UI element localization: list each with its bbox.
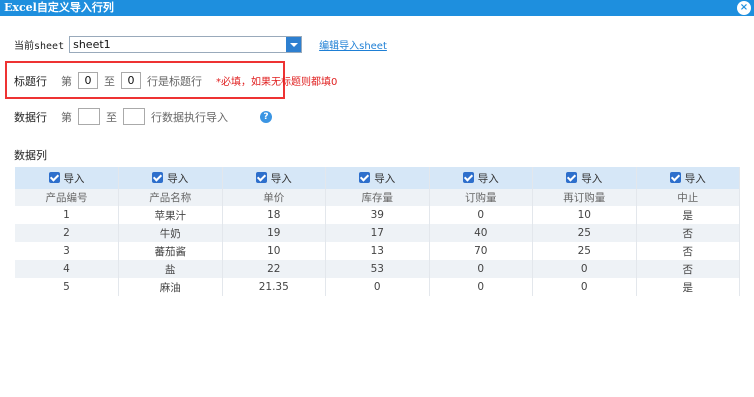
title-row: 标题行 第 0 至 0 行是标题行 *必填，如果无标题则都填0 bbox=[14, 72, 337, 89]
table-cell: 0 bbox=[429, 278, 533, 296]
table-cell: 1 bbox=[15, 206, 119, 224]
sheet-label: 当前sheet bbox=[14, 41, 65, 52]
required-note: *必填，如果无标题则都填0 bbox=[216, 77, 338, 88]
import-checkbox-cell[interactable]: 导入 bbox=[532, 167, 637, 189]
checkbox-checked-icon[interactable] bbox=[462, 171, 474, 183]
title-row-from-input[interactable]: 0 bbox=[78, 72, 98, 89]
table-cell: 25 bbox=[532, 242, 637, 260]
help-icon[interactable]: ? bbox=[260, 110, 272, 123]
table-header-row: 产品编号 产品名称 单价 库存量 订购量 再订购量 中止 bbox=[15, 189, 740, 206]
table-cell: 0 bbox=[429, 206, 533, 224]
table-cell: 麻油 bbox=[118, 278, 223, 296]
import-label: 导入 bbox=[581, 172, 603, 185]
data-row-label: 数据行 bbox=[14, 110, 47, 124]
sheet-select[interactable]: sheet1 bbox=[69, 36, 303, 53]
column-header: 产品编号 bbox=[15, 189, 119, 206]
table-cell: 3 bbox=[15, 242, 119, 260]
dialog-title: Excel自定义导入行列 bbox=[4, 1, 114, 14]
table-row: 5 麻油 21.35 0 0 0 是 bbox=[15, 278, 740, 296]
column-header: 单价 bbox=[222, 189, 326, 206]
data-row-to-input[interactable] bbox=[123, 108, 145, 125]
table-cell: 40 bbox=[429, 224, 533, 242]
table-row: 3 蕃茄酱 10 13 70 25 否 bbox=[15, 242, 740, 260]
import-checkbox-cell[interactable]: 导入 bbox=[429, 167, 533, 189]
edit-sheet-link[interactable]: 编辑导入sheet bbox=[319, 37, 387, 52]
chevron-down-icon[interactable] bbox=[286, 37, 302, 52]
data-row-suffix: 行数据执行导入 bbox=[151, 110, 228, 124]
title-row-zhi: 至 bbox=[104, 74, 115, 88]
table-cell: 蕃茄酱 bbox=[118, 242, 223, 260]
dialog-titlebar: Excel自定义导入行列 × bbox=[0, 0, 754, 16]
data-table: 导入 导入 导入 导入 导入 导入 导入 产品编号 产品名称 单价 库存量 订购量 再订购量 中止 1 苹果汁… bbox=[15, 167, 740, 296]
table-cell: 盐 bbox=[118, 260, 223, 278]
table-cell: 13 bbox=[325, 242, 430, 260]
title-row-to-input[interactable]: 0 bbox=[121, 72, 141, 89]
table-cell: 39 bbox=[325, 206, 430, 224]
import-label: 导入 bbox=[63, 172, 85, 185]
table-cell: 17 bbox=[325, 224, 430, 242]
table-cell: 是 bbox=[636, 206, 740, 224]
table-cell: 2 bbox=[15, 224, 119, 242]
checkbox-checked-icon[interactable] bbox=[255, 171, 267, 183]
table-cell: 否 bbox=[636, 260, 740, 278]
table-cell: 21.35 bbox=[222, 278, 326, 296]
import-label: 导入 bbox=[684, 172, 706, 185]
table-cell: 0 bbox=[325, 278, 430, 296]
import-label: 导入 bbox=[167, 172, 189, 185]
table-cell: 否 bbox=[636, 224, 740, 242]
table-cell: 53 bbox=[325, 260, 430, 278]
title-row-di: 第 bbox=[61, 74, 72, 88]
column-header: 库存量 bbox=[325, 189, 430, 206]
import-checkbox-cell[interactable]: 导入 bbox=[118, 167, 223, 189]
table-cell: 0 bbox=[532, 278, 637, 296]
import-checkbox-cell[interactable]: 导入 bbox=[222, 167, 326, 189]
title-row-suffix: 行是标题行 bbox=[147, 74, 202, 88]
table-cell: 5 bbox=[15, 278, 119, 296]
title-row-label: 标题行 bbox=[14, 74, 47, 88]
import-checkbox-cell[interactable]: 导入 bbox=[15, 167, 119, 189]
column-header: 订购量 bbox=[429, 189, 533, 206]
checkbox-checked-icon[interactable] bbox=[152, 171, 164, 183]
table-cell: 25 bbox=[532, 224, 637, 242]
data-row-from-input[interactable] bbox=[78, 108, 100, 125]
checkbox-checked-icon[interactable] bbox=[48, 171, 60, 183]
table-cell: 0 bbox=[532, 260, 637, 278]
checkbox-checked-icon[interactable] bbox=[669, 171, 681, 183]
import-label: 导入 bbox=[477, 172, 499, 185]
sheet-select-value: sheet1 bbox=[73, 38, 111, 51]
close-icon[interactable]: × bbox=[737, 1, 751, 15]
table-cell: 10 bbox=[532, 206, 637, 224]
table-row: 1 苹果汁 18 39 0 10 是 bbox=[15, 206, 740, 224]
import-label: 导入 bbox=[270, 172, 292, 185]
column-header: 再订购量 bbox=[532, 189, 637, 206]
data-row-di: 第 bbox=[61, 110, 72, 124]
table-cell: 19 bbox=[222, 224, 326, 242]
table-row: 4 盐 22 53 0 0 否 bbox=[15, 260, 740, 278]
import-checkbox-row: 导入 导入 导入 导入 导入 导入 导入 bbox=[15, 167, 740, 189]
table-cell: 0 bbox=[429, 260, 533, 278]
table-cell: 否 bbox=[636, 242, 740, 260]
data-row-zhi: 至 bbox=[106, 110, 117, 124]
checkbox-checked-icon[interactable] bbox=[359, 171, 371, 183]
table-cell: 是 bbox=[636, 278, 740, 296]
import-label: 导入 bbox=[374, 172, 396, 185]
table-cell: 70 bbox=[429, 242, 533, 260]
table-cell: 牛奶 bbox=[118, 224, 223, 242]
checkbox-checked-icon[interactable] bbox=[566, 171, 578, 183]
table-cell: 10 bbox=[222, 242, 326, 260]
table-row: 2 牛奶 19 17 40 25 否 bbox=[15, 224, 740, 242]
import-checkbox-cell[interactable]: 导入 bbox=[636, 167, 740, 189]
data-columns-label: 数据列 bbox=[14, 149, 47, 162]
column-header: 中止 bbox=[636, 189, 740, 206]
table-cell: 苹果汁 bbox=[118, 206, 223, 224]
sheet-row: 当前sheet sheet1 编辑导入sheet bbox=[14, 36, 387, 53]
data-row: 数据行 第 至 行数据执行导入 ? bbox=[14, 108, 272, 125]
import-checkbox-cell[interactable]: 导入 bbox=[325, 167, 430, 189]
column-header: 产品名称 bbox=[118, 189, 223, 206]
table-cell: 18 bbox=[222, 206, 326, 224]
table-cell: 22 bbox=[222, 260, 326, 278]
table-cell: 4 bbox=[15, 260, 119, 278]
